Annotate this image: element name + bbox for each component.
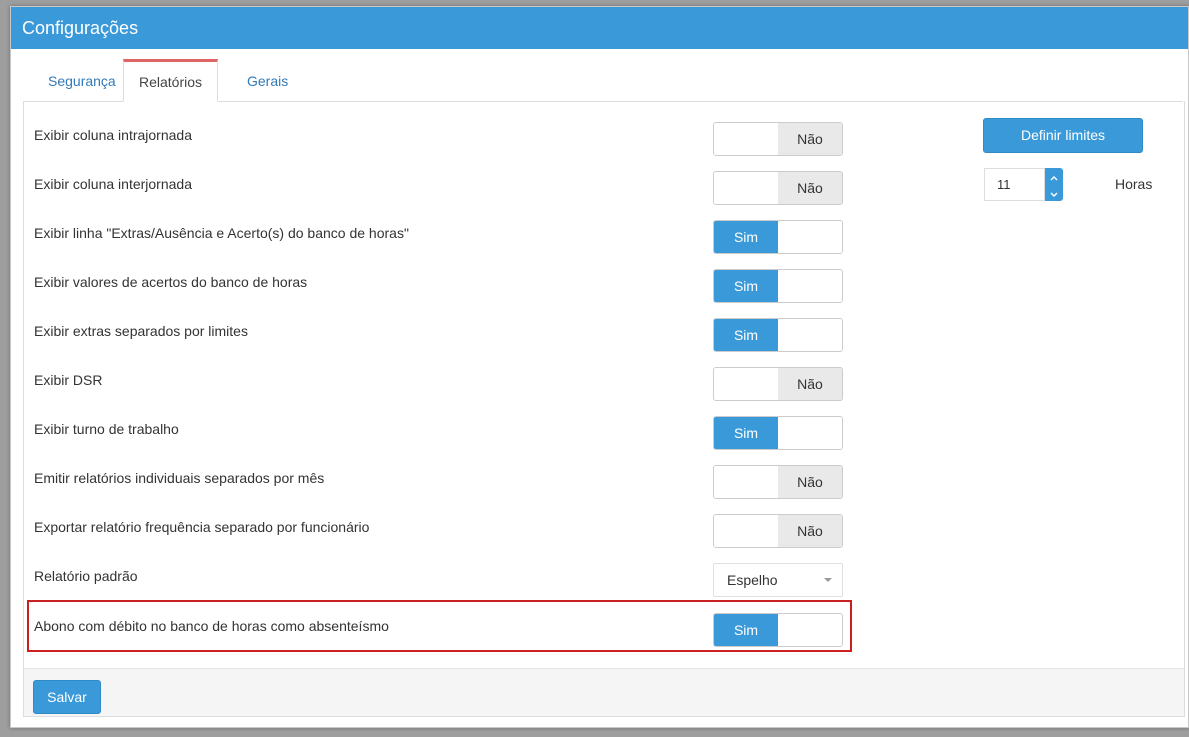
row-label: Abono com débito no banco de horas como … bbox=[34, 618, 389, 634]
relatorio-padrao-select[interactable]: Espelho bbox=[713, 563, 843, 597]
row-exibir-dsr: Exibir DSR Não bbox=[24, 356, 854, 405]
row-label: Relatório padrão bbox=[34, 568, 138, 584]
reports-panel: Exibir coluna intrajornada Não Exibir co… bbox=[23, 101, 1185, 717]
hours-label: Horas bbox=[1115, 176, 1153, 192]
toggle-linha-extras[interactable]: Sim bbox=[713, 220, 843, 254]
toggle-value: Sim bbox=[714, 319, 778, 351]
toggle-right bbox=[778, 319, 842, 351]
chevron-down-icon[interactable] bbox=[1045, 185, 1063, 201]
toggle-value: Não bbox=[778, 515, 842, 547]
toggle-value: Não bbox=[778, 466, 842, 498]
row-label: Emitir relatórios individuais separados … bbox=[34, 470, 325, 486]
spinner-buttons bbox=[1045, 168, 1063, 201]
select-value: Espelho bbox=[727, 572, 778, 588]
toggle-value: Sim bbox=[714, 270, 778, 302]
row-label: Exibir linha "Extras/Ausência e Acerto(s… bbox=[34, 225, 409, 241]
toggle-right bbox=[778, 614, 842, 646]
row-label: Exibir coluna intrajornada bbox=[34, 127, 192, 143]
chevron-up-icon[interactable] bbox=[1045, 168, 1063, 184]
toggle-value: Sim bbox=[714, 417, 778, 449]
save-button[interactable]: Salvar bbox=[33, 680, 101, 714]
toggle-extras-limites[interactable]: Sim bbox=[713, 318, 843, 352]
row-label: Exibir coluna interjornada bbox=[34, 176, 192, 192]
row-exibir-coluna-interjornada: Exibir coluna interjornada Não bbox=[24, 160, 854, 209]
panel-footer: Salvar bbox=[24, 668, 1184, 716]
tab-seguranca[interactable]: Segurança bbox=[33, 59, 131, 101]
row-exibir-turno: Exibir turno de trabalho Sim bbox=[24, 405, 854, 454]
row-exibir-extras-limites: Exibir extras separados por limites Sim bbox=[24, 307, 854, 356]
tab-relatorios[interactable]: Relatórios bbox=[123, 59, 219, 102]
toggle-right bbox=[778, 270, 842, 302]
row-label: Exibir extras separados por limites bbox=[34, 323, 248, 339]
row-label: Exibir turno de trabalho bbox=[34, 421, 179, 437]
row-label: Exportar relatório frequência separado p… bbox=[34, 519, 370, 535]
toggle-exportar-frequencia[interactable]: Não bbox=[713, 514, 843, 548]
tab-bar: Segurança Relatórios Gerais bbox=[23, 59, 1183, 102]
toggle-left bbox=[714, 515, 778, 547]
toggle-intrajornada[interactable]: Não bbox=[713, 122, 843, 156]
row-abono-absenteismo: Abono com débito no banco de horas como … bbox=[24, 602, 854, 651]
hours-spinner: 11 bbox=[984, 168, 1063, 201]
toggle-left bbox=[714, 172, 778, 204]
toggle-valores-acertos[interactable]: Sim bbox=[713, 269, 843, 303]
row-label: Exibir valores de acertos do banco de ho… bbox=[34, 274, 308, 290]
toggle-turno[interactable]: Sim bbox=[713, 416, 843, 450]
toggle-left bbox=[714, 123, 778, 155]
row-label: Exibir DSR bbox=[34, 372, 103, 388]
row-exibir-linha-extras: Exibir linha "Extras/Ausência e Acerto(s… bbox=[24, 209, 854, 258]
row-emitir-relatorios-mes: Emitir relatórios individuais separados … bbox=[24, 454, 854, 503]
toggle-left bbox=[714, 368, 778, 400]
tab-gerais[interactable]: Gerais bbox=[232, 59, 303, 101]
definir-limites-button[interactable]: Definir limites bbox=[983, 118, 1143, 153]
toggle-left bbox=[714, 466, 778, 498]
toggle-abono-absenteismo[interactable]: Sim bbox=[713, 613, 843, 647]
row-exportar-frequencia: Exportar relatório frequência separado p… bbox=[24, 503, 854, 552]
row-relatorio-padrao: Relatório padrão Espelho bbox=[24, 552, 854, 601]
caret-down-icon bbox=[824, 578, 832, 582]
toggle-interjornada[interactable]: Não bbox=[713, 171, 843, 205]
window-title: Configurações bbox=[11, 7, 1188, 49]
toggle-dsr[interactable]: Não bbox=[713, 367, 843, 401]
toggle-right bbox=[778, 221, 842, 253]
toggle-relatorios-mes[interactable]: Não bbox=[713, 465, 843, 499]
settings-window: Configurações Segurança Relatórios Gerai… bbox=[10, 6, 1189, 728]
toggle-value: Sim bbox=[714, 221, 778, 253]
row-exibir-coluna-intrajornada: Exibir coluna intrajornada Não bbox=[24, 111, 854, 160]
row-exibir-valores-acertos: Exibir valores de acertos do banco de ho… bbox=[24, 258, 854, 307]
toggle-value: Não bbox=[778, 172, 842, 204]
toggle-right bbox=[778, 417, 842, 449]
hours-input[interactable]: 11 bbox=[984, 168, 1045, 201]
toggle-value: Sim bbox=[714, 614, 778, 646]
toggle-value: Não bbox=[778, 123, 842, 155]
toggle-value: Não bbox=[778, 368, 842, 400]
